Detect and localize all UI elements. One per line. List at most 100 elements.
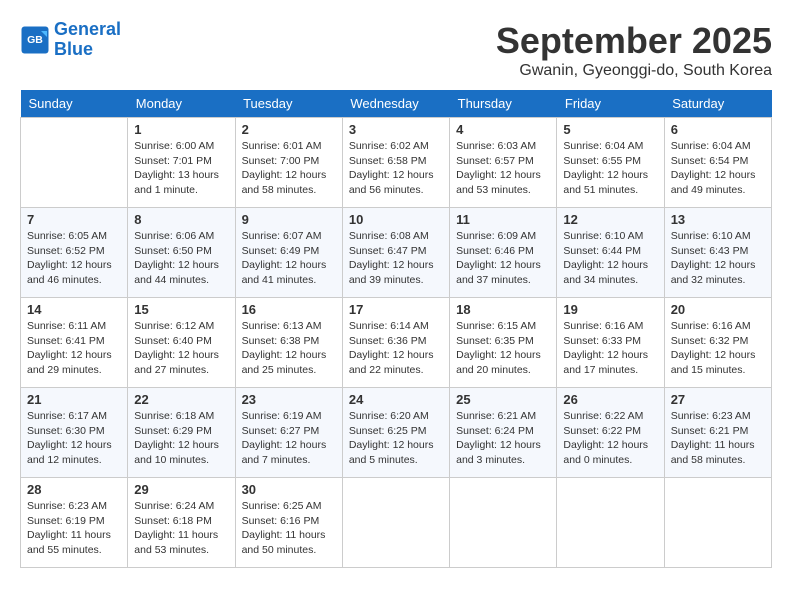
weekday-header-friday: Friday — [557, 90, 664, 118]
day-info: Sunrise: 6:06 AM Sunset: 6:50 PM Dayligh… — [134, 229, 228, 288]
day-number: 1 — [134, 122, 228, 137]
weekday-header-sunday: Sunday — [21, 90, 128, 118]
calendar-cell: 16 Sunrise: 6:13 AM Sunset: 6:38 PM Dayli… — [235, 298, 342, 388]
day-info: Sunrise: 6:07 AM Sunset: 6:49 PM Dayligh… — [242, 229, 336, 288]
day-number: 15 — [134, 302, 228, 317]
day-info: Sunrise: 6:23 AM Sunset: 6:21 PM Dayligh… — [671, 409, 765, 468]
calendar-cell — [557, 478, 664, 568]
day-info: Sunrise: 6:04 AM Sunset: 6:55 PM Dayligh… — [563, 139, 657, 198]
day-info: Sunrise: 6:17 AM Sunset: 6:30 PM Dayligh… — [27, 409, 121, 468]
calendar-cell: 22 Sunrise: 6:18 AM Sunset: 6:29 PM Dayli… — [128, 388, 235, 478]
calendar-cell — [21, 118, 128, 208]
calendar-cell: 13 Sunrise: 6:10 AM Sunset: 6:43 PM Dayli… — [664, 208, 771, 298]
day-info: Sunrise: 6:15 AM Sunset: 6:35 PM Dayligh… — [456, 319, 550, 378]
day-info: Sunrise: 6:16 AM Sunset: 6:33 PM Dayligh… — [563, 319, 657, 378]
day-number: 25 — [456, 392, 550, 407]
logo-icon: GB — [20, 25, 50, 55]
calendar-cell: 1 Sunrise: 6:00 AM Sunset: 7:01 PM Daylig… — [128, 118, 235, 208]
day-info: Sunrise: 6:13 AM Sunset: 6:38 PM Dayligh… — [242, 319, 336, 378]
calendar-cell: 14 Sunrise: 6:11 AM Sunset: 6:41 PM Dayli… — [21, 298, 128, 388]
day-info: Sunrise: 6:11 AM Sunset: 6:41 PM Dayligh… — [27, 319, 121, 378]
day-number: 4 — [456, 122, 550, 137]
calendar-cell: 20 Sunrise: 6:16 AM Sunset: 6:32 PM Dayli… — [664, 298, 771, 388]
logo-line1: General — [54, 19, 121, 39]
day-number: 12 — [563, 212, 657, 227]
day-info: Sunrise: 6:24 AM Sunset: 6:18 PM Dayligh… — [134, 499, 228, 558]
calendar-cell — [342, 478, 449, 568]
day-number: 18 — [456, 302, 550, 317]
day-info: Sunrise: 6:00 AM Sunset: 7:01 PM Dayligh… — [134, 139, 228, 198]
day-info: Sunrise: 6:04 AM Sunset: 6:54 PM Dayligh… — [671, 139, 765, 198]
day-info: Sunrise: 6:25 AM Sunset: 6:16 PM Dayligh… — [242, 499, 336, 558]
calendar-cell: 4Sunrise: 6:03 AM Sunset: 6:57 PM Daylig… — [450, 118, 557, 208]
day-number: 20 — [671, 302, 765, 317]
day-number: 29 — [134, 482, 228, 497]
calendar-cell: 17 Sunrise: 6:14 AM Sunset: 6:36 PM Dayli… — [342, 298, 449, 388]
day-number: 26 — [563, 392, 657, 407]
day-info: Sunrise: 6:18 AM Sunset: 6:29 PM Dayligh… — [134, 409, 228, 468]
week-row-4: 21 Sunrise: 6:17 AM Sunset: 6:30 PM Dayli… — [21, 388, 772, 478]
logo-text: General Blue — [54, 20, 121, 60]
weekday-header-monday: Monday — [128, 90, 235, 118]
logo-line2: Blue — [54, 39, 93, 59]
day-number: 2 — [242, 122, 336, 137]
day-info: Sunrise: 6:10 AM Sunset: 6:43 PM Dayligh… — [671, 229, 765, 288]
calendar-cell: 18 Sunrise: 6:15 AM Sunset: 6:35 PM Dayli… — [450, 298, 557, 388]
day-number: 28 — [27, 482, 121, 497]
calendar-cell: 8 Sunrise: 6:06 AM Sunset: 6:50 PM Daylig… — [128, 208, 235, 298]
weekday-header-thursday: Thursday — [450, 90, 557, 118]
calendar-cell: 26 Sunrise: 6:22 AM Sunset: 6:22 PM Dayli… — [557, 388, 664, 478]
svg-text:GB: GB — [27, 34, 43, 46]
calendar-cell: 12 Sunrise: 6:10 AM Sunset: 6:44 PM Dayli… — [557, 208, 664, 298]
calendar-cell: 6 Sunrise: 6:04 AM Sunset: 6:54 PM Daylig… — [664, 118, 771, 208]
day-info: Sunrise: 6:14 AM Sunset: 6:36 PM Dayligh… — [349, 319, 443, 378]
page-header: GB General Blue September 2025 Gwanin, G… — [20, 20, 772, 80]
calendar-cell: 19 Sunrise: 6:16 AM Sunset: 6:33 PM Dayli… — [557, 298, 664, 388]
calendar-cell: 5 Sunrise: 6:04 AM Sunset: 6:55 PM Daylig… — [557, 118, 664, 208]
day-number: 16 — [242, 302, 336, 317]
day-number: 9 — [242, 212, 336, 227]
day-info: Sunrise: 6:09 AM Sunset: 6:46 PM Dayligh… — [456, 229, 550, 288]
day-info: Sunrise: 6:19 AM Sunset: 6:27 PM Dayligh… — [242, 409, 336, 468]
weekday-header-saturday: Saturday — [664, 90, 771, 118]
calendar-cell — [664, 478, 771, 568]
day-number: 11 — [456, 212, 550, 227]
week-row-3: 14 Sunrise: 6:11 AM Sunset: 6:41 PM Dayli… — [21, 298, 772, 388]
calendar-cell: 28Sunrise: 6:23 AM Sunset: 6:19 PM Dayli… — [21, 478, 128, 568]
day-number: 24 — [349, 392, 443, 407]
day-info: Sunrise: 6:05 AM Sunset: 6:52 PM Dayligh… — [27, 229, 121, 288]
day-number: 27 — [671, 392, 765, 407]
calendar-cell: 24 Sunrise: 6:20 AM Sunset: 6:25 PM Dayli… — [342, 388, 449, 478]
day-number: 7 — [27, 212, 121, 227]
day-number: 22 — [134, 392, 228, 407]
day-number: 17 — [349, 302, 443, 317]
title-block: September 2025 Gwanin, Gyeonggi-do, Sout… — [496, 20, 772, 80]
week-row-5: 28Sunrise: 6:23 AM Sunset: 6:19 PM Dayli… — [21, 478, 772, 568]
day-number: 13 — [671, 212, 765, 227]
day-number: 8 — [134, 212, 228, 227]
day-number: 5 — [563, 122, 657, 137]
day-number: 6 — [671, 122, 765, 137]
day-info: Sunrise: 6:10 AM Sunset: 6:44 PM Dayligh… — [563, 229, 657, 288]
day-number: 14 — [27, 302, 121, 317]
month-title: September 2025 — [496, 20, 772, 62]
week-row-1: 1 Sunrise: 6:00 AM Sunset: 7:01 PM Daylig… — [21, 118, 772, 208]
day-number: 21 — [27, 392, 121, 407]
calendar-cell: 29 Sunrise: 6:24 AM Sunset: 6:18 PM Dayli… — [128, 478, 235, 568]
day-info: Sunrise: 6:22 AM Sunset: 6:22 PM Dayligh… — [563, 409, 657, 468]
day-info: Sunrise: 6:20 AM Sunset: 6:25 PM Dayligh… — [349, 409, 443, 468]
calendar-cell: 3 Sunrise: 6:02 AM Sunset: 6:58 PM Daylig… — [342, 118, 449, 208]
day-info: Sunrise: 6:16 AM Sunset: 6:32 PM Dayligh… — [671, 319, 765, 378]
calendar-cell: 25Sunrise: 6:21 AM Sunset: 6:24 PM Dayli… — [450, 388, 557, 478]
calendar-cell: 9 Sunrise: 6:07 AM Sunset: 6:49 PM Daylig… — [235, 208, 342, 298]
day-info: Sunrise: 6:12 AM Sunset: 6:40 PM Dayligh… — [134, 319, 228, 378]
calendar-cell: 21 Sunrise: 6:17 AM Sunset: 6:30 PM Dayli… — [21, 388, 128, 478]
day-number: 19 — [563, 302, 657, 317]
day-number: 3 — [349, 122, 443, 137]
calendar-cell: 23Sunrise: 6:19 AM Sunset: 6:27 PM Dayli… — [235, 388, 342, 478]
day-info: Sunrise: 6:02 AM Sunset: 6:58 PM Dayligh… — [349, 139, 443, 198]
logo: GB General Blue — [20, 20, 121, 60]
weekday-header-row: SundayMondayTuesdayWednesdayThursdayFrid… — [21, 90, 772, 118]
calendar: SundayMondayTuesdayWednesdayThursdayFrid… — [20, 90, 772, 568]
day-info: Sunrise: 6:08 AM Sunset: 6:47 PM Dayligh… — [349, 229, 443, 288]
